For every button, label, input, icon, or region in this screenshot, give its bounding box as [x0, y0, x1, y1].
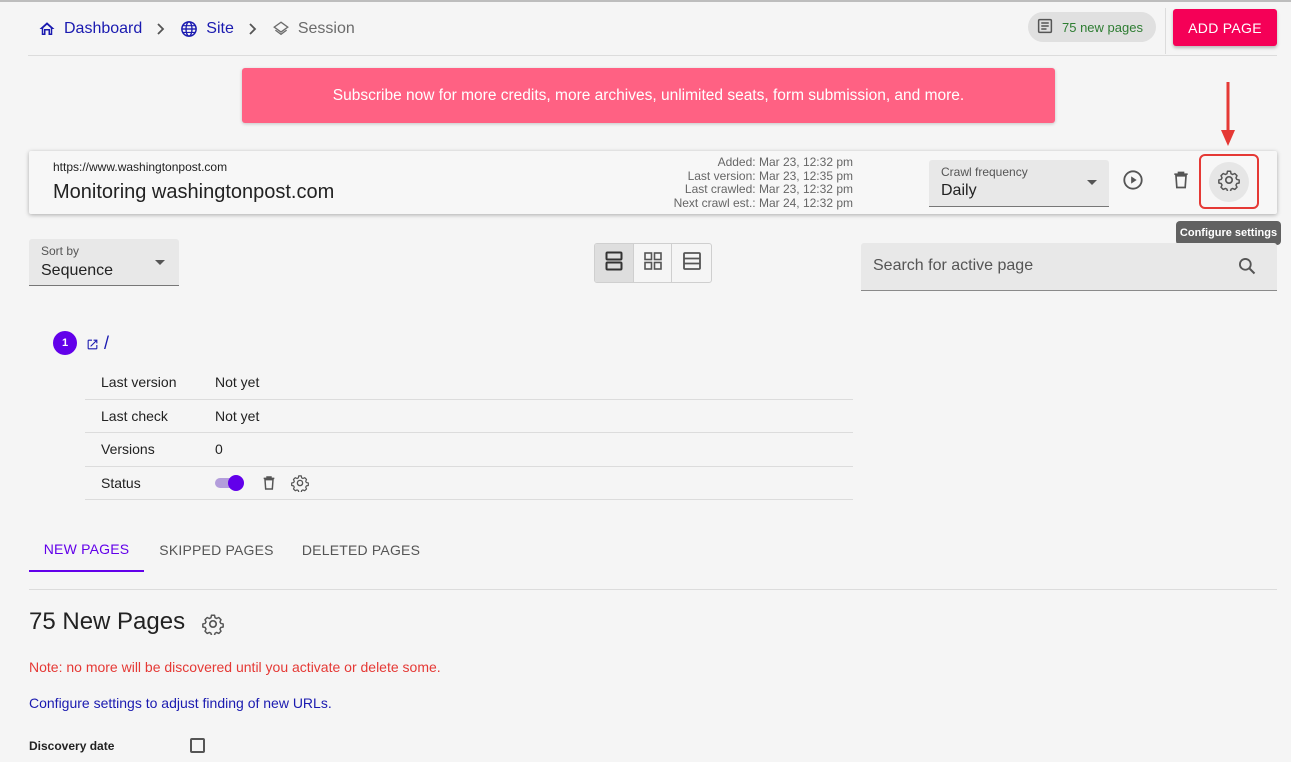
- trash-icon[interactable]: [261, 475, 277, 491]
- app-header: Dashboard Site Session 75 new pages ADD …: [28, 8, 1277, 56]
- discovery-date-label: Discovery date: [29, 739, 115, 753]
- document-icon: [1036, 17, 1054, 38]
- sort-by-value: Sequence: [41, 262, 114, 279]
- configure-settings-tooltip: Configure settings: [1176, 221, 1281, 245]
- dropdown-caret-icon: [155, 260, 165, 265]
- active-page-search: [861, 243, 1277, 291]
- table-row: Status: [85, 467, 853, 500]
- breadcrumb-dashboard-label: Dashboard: [64, 20, 143, 37]
- globe-icon: [180, 20, 198, 38]
- dropdown-caret-icon: [1087, 180, 1097, 185]
- page-index-badge: 1: [53, 331, 77, 355]
- table-row: Versions 0: [85, 433, 853, 467]
- subscribe-banner-text: Subscribe now for more credits, more arc…: [332, 86, 965, 104]
- row-value: Not yet: [215, 374, 260, 391]
- add-page-button[interactable]: ADD PAGE: [1173, 9, 1277, 46]
- play-circle-icon: [1122, 169, 1144, 196]
- status-controls: [215, 474, 323, 492]
- row-value: Not yet: [215, 407, 260, 424]
- view-grid-button[interactable]: [634, 244, 673, 282]
- header-divider: [1165, 8, 1166, 54]
- tab-new-pages[interactable]: NEW PAGES: [29, 528, 144, 572]
- table-rows-icon: [682, 251, 701, 275]
- meta-added: Added: Mar 23, 12:32 pm: [717, 155, 853, 169]
- view-mode-toggle: [594, 243, 712, 283]
- breadcrumb-session-label: Session: [297, 20, 355, 37]
- trash-icon: [1171, 170, 1191, 195]
- search-icon[interactable]: [1237, 256, 1257, 281]
- delete-monitor-button[interactable]: [1161, 162, 1201, 202]
- new-pages-chip[interactable]: 75 new pages: [1028, 12, 1156, 42]
- view-list-button[interactable]: [595, 244, 634, 282]
- breadcrumb: Dashboard Site Session: [38, 18, 355, 40]
- gear-icon: [1218, 169, 1240, 196]
- top-border: [0, 0, 1291, 2]
- configure-settings-button[interactable]: [1209, 162, 1249, 202]
- discovery-date-checkbox[interactable]: [190, 738, 205, 753]
- view-table-button[interactable]: [672, 244, 711, 282]
- discovery-note: Note: no more will be discovered until y…: [29, 659, 441, 675]
- gear-icon[interactable]: [291, 474, 309, 492]
- monitor-card: https://www.washingtonpost.com Monitorin…: [29, 151, 1277, 214]
- meta-last-version: Last version: Mar 23, 12:35 pm: [687, 168, 853, 183]
- breadcrumb-site[interactable]: Site: [180, 20, 234, 38]
- row-value: 0: [215, 441, 223, 458]
- red-arrow-icon: [1221, 82, 1235, 146]
- breadcrumb-session: Session: [272, 20, 355, 38]
- row-key: Status: [101, 474, 141, 491]
- tab-deleted-pages[interactable]: DELETED PAGES: [291, 528, 431, 572]
- configure-settings-link[interactable]: Configure settings to adjust finding of …: [29, 695, 332, 711]
- home-icon: [38, 20, 56, 38]
- row-key: Last version: [101, 374, 177, 391]
- row-key: Versions: [101, 441, 155, 458]
- open-external-icon[interactable]: [86, 338, 99, 356]
- subscribe-banner[interactable]: Subscribe now for more credits, more arc…: [242, 68, 1055, 123]
- breadcrumb-site-label: Site: [206, 20, 234, 37]
- page-info-table: Last version Not yet Last check Not yet …: [85, 366, 853, 500]
- grid-icon: [643, 251, 662, 275]
- pages-tabs: NEW PAGES SKIPPED PAGES DELETED PAGES: [29, 528, 1277, 590]
- crawl-frequency-select[interactable]: Crawl frequency Daily: [929, 160, 1109, 207]
- monitor-meta: Added: Mar 23, 12:32 pm Last version: Ma…: [589, 155, 853, 210]
- view-agenda-icon: [605, 251, 623, 276]
- monitor-url: https://www.washingtonpost.com: [53, 160, 228, 174]
- page-path-link[interactable]: /: [104, 333, 109, 354]
- tab-skipped-pages[interactable]: SKIPPED PAGES: [149, 528, 284, 572]
- crawl-frequency-value: Daily: [941, 182, 977, 199]
- meta-next-crawl: Next crawl est.: Mar 24, 12:32 pm: [673, 195, 853, 210]
- chevron-right-icon: [248, 23, 258, 35]
- search-input[interactable]: [861, 243, 1221, 289]
- table-row: Last version Not yet: [85, 366, 853, 400]
- breadcrumb-dashboard[interactable]: Dashboard: [38, 20, 142, 38]
- monitor-title: Monitoring washingtonpost.com: [53, 181, 335, 203]
- gear-icon[interactable]: [202, 613, 224, 640]
- table-row: Last check Not yet: [85, 400, 853, 433]
- meta-last-crawled: Last crawled: Mar 23, 12:32 pm: [684, 182, 853, 196]
- new-pages-count: 75 new pages: [1062, 19, 1143, 35]
- run-crawl-button[interactable]: [1113, 162, 1153, 202]
- new-pages-title: 75 New Pages: [29, 608, 186, 635]
- sort-by-select[interactable]: Sort by Sequence: [29, 239, 179, 286]
- crawl-frequency-label: Crawl frequency: [941, 165, 1028, 179]
- status-toggle[interactable]: [215, 474, 245, 492]
- layers-icon: [272, 20, 290, 38]
- toggle-knob: [228, 474, 244, 491]
- chevron-right-icon: [156, 23, 166, 35]
- sort-by-label: Sort by: [41, 244, 80, 258]
- row-key: Last check: [101, 407, 168, 424]
